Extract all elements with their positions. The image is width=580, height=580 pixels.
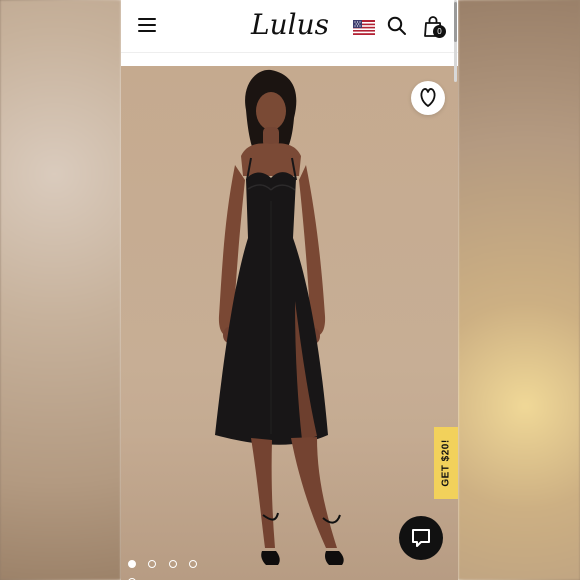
site-header: Lulus 0: [121, 0, 458, 53]
product-image[interactable]: GET $20!: [121, 66, 458, 580]
blurred-background-left: [0, 0, 121, 580]
image-gallery-dots: [128, 555, 208, 580]
chat-icon: [412, 529, 430, 547]
hamburger-menu-icon[interactable]: [138, 18, 156, 32]
heart-icon: [420, 88, 436, 107]
promo-label: GET $20!: [440, 439, 452, 487]
mobile-screen: Lulus 0 GET $20!: [121, 0, 458, 580]
page-scrollbar-thumb[interactable]: [454, 2, 457, 42]
get-20-promo-tab[interactable]: GET $20!: [434, 427, 458, 499]
search-icon[interactable]: [387, 16, 407, 36]
model-photo: [215, 69, 344, 565]
cart-count-badge: 0: [433, 25, 446, 38]
brand-logo[interactable]: Lulus: [251, 8, 329, 42]
us-flag-icon[interactable]: [353, 20, 375, 35]
gallery-dot-1[interactable]: [128, 560, 136, 568]
wishlist-heart-button[interactable]: [411, 81, 445, 115]
chat-button[interactable]: [399, 516, 443, 560]
blurred-background-right: [458, 0, 580, 580]
gallery-dot-3[interactable]: [168, 560, 177, 568]
